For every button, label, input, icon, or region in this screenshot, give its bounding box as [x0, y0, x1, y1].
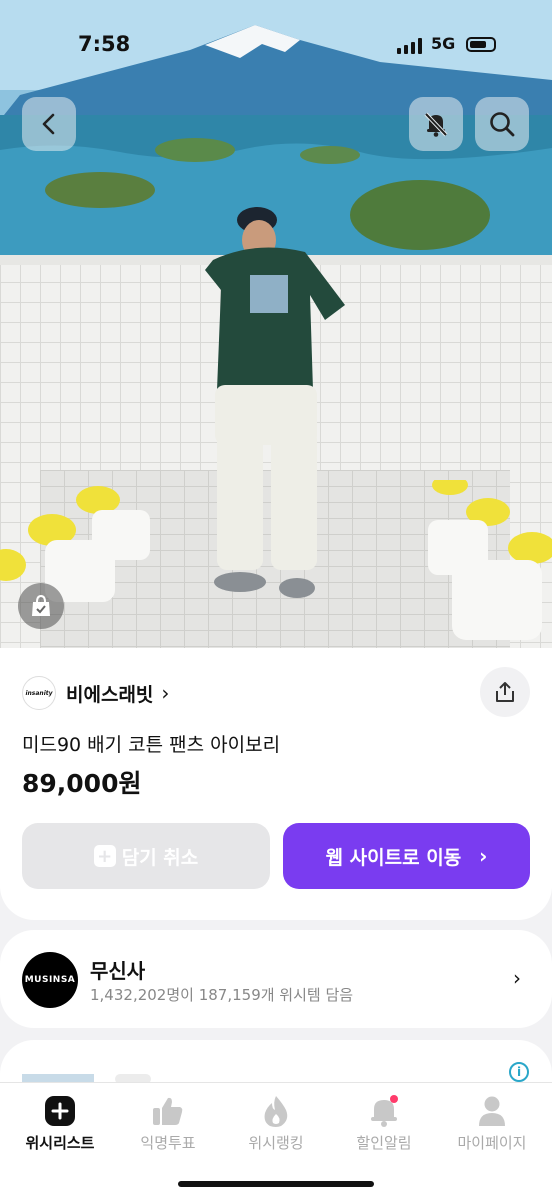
battery-icon: [466, 37, 496, 52]
product-price: 89,000원: [22, 769, 142, 798]
store-card[interactable]: [0, 930, 552, 1028]
tab-wish-ranking[interactable]: 위시랭킹: [221, 1092, 331, 1153]
brand-link[interactable]: insanity 비에스래빗 ›: [22, 676, 169, 710]
brand-logo: insanity: [22, 676, 56, 710]
tab-wishlist[interactable]: 위시리스트: [5, 1092, 115, 1153]
tab-label: 위시리스트: [25, 1134, 95, 1152]
tab-label: 마이페이지: [457, 1134, 527, 1152]
tab-label: 할인알림: [356, 1134, 412, 1152]
store-name: 무신사: [90, 959, 146, 983]
chevron-right-icon: ›: [479, 844, 488, 868]
info-icon[interactable]: i: [509, 1062, 529, 1082]
chevron-right-icon: ›: [161, 681, 170, 705]
tab-label: 위시랭킹: [248, 1134, 304, 1152]
network-type: 5G: [431, 34, 456, 53]
tab-label: 익명투표: [140, 1134, 196, 1152]
person-icon: [479, 1096, 505, 1126]
bell-off-icon: [424, 112, 448, 137]
search-button[interactable]: [475, 97, 529, 151]
mute-notification-button[interactable]: [409, 97, 463, 151]
share-button[interactable]: [480, 667, 530, 717]
search-icon: [490, 112, 515, 137]
fire-icon: [264, 1096, 288, 1127]
plus-icon: +: [93, 845, 116, 867]
chevron-right-icon: ›: [513, 966, 521, 990]
tab-my-page[interactable]: 마이페이지: [437, 1092, 547, 1153]
go-to-website-button[interactable]: 웹 사이트로 이동 ›: [283, 823, 530, 889]
cancel-wish-label: 담기 취소: [121, 846, 199, 869]
signal-icon: [397, 38, 422, 54]
go-to-website-label: 웹 사이트로 이동: [325, 846, 462, 869]
share-icon: [496, 682, 514, 702]
store-stats: 1,432,202명이 187,159개 위시템 담음: [90, 986, 354, 1004]
bell-icon: [371, 1095, 398, 1127]
notification-dot: [390, 1095, 398, 1103]
tab-sale-alert[interactable]: 할인알림: [329, 1092, 439, 1153]
brand-name: 비에스래빗: [66, 683, 154, 706]
cancel-wish-button[interactable]: + 담기 취소: [22, 823, 270, 889]
status-time: 7:58: [78, 32, 131, 56]
home-indicator: [178, 1181, 374, 1187]
product-name: 미드90 배기 코튼 팬츠 아이보리: [22, 734, 281, 756]
thumbs-up-icon: [153, 1097, 183, 1125]
shopping-bag-icon: [32, 594, 50, 616]
plus-square-icon: [45, 1096, 75, 1126]
chevron-left-icon: [42, 113, 55, 135]
status-bar: 7:58 5G: [0, 30, 552, 60]
tab-anonymous-vote[interactable]: 익명투표: [113, 1092, 223, 1153]
product-photo: [0, 0, 552, 660]
photo-stools: [0, 480, 552, 640]
shopping-bag-button[interactable]: [18, 583, 64, 629]
store-logo: MUSINSA: [22, 952, 78, 1008]
back-button[interactable]: [22, 97, 76, 151]
